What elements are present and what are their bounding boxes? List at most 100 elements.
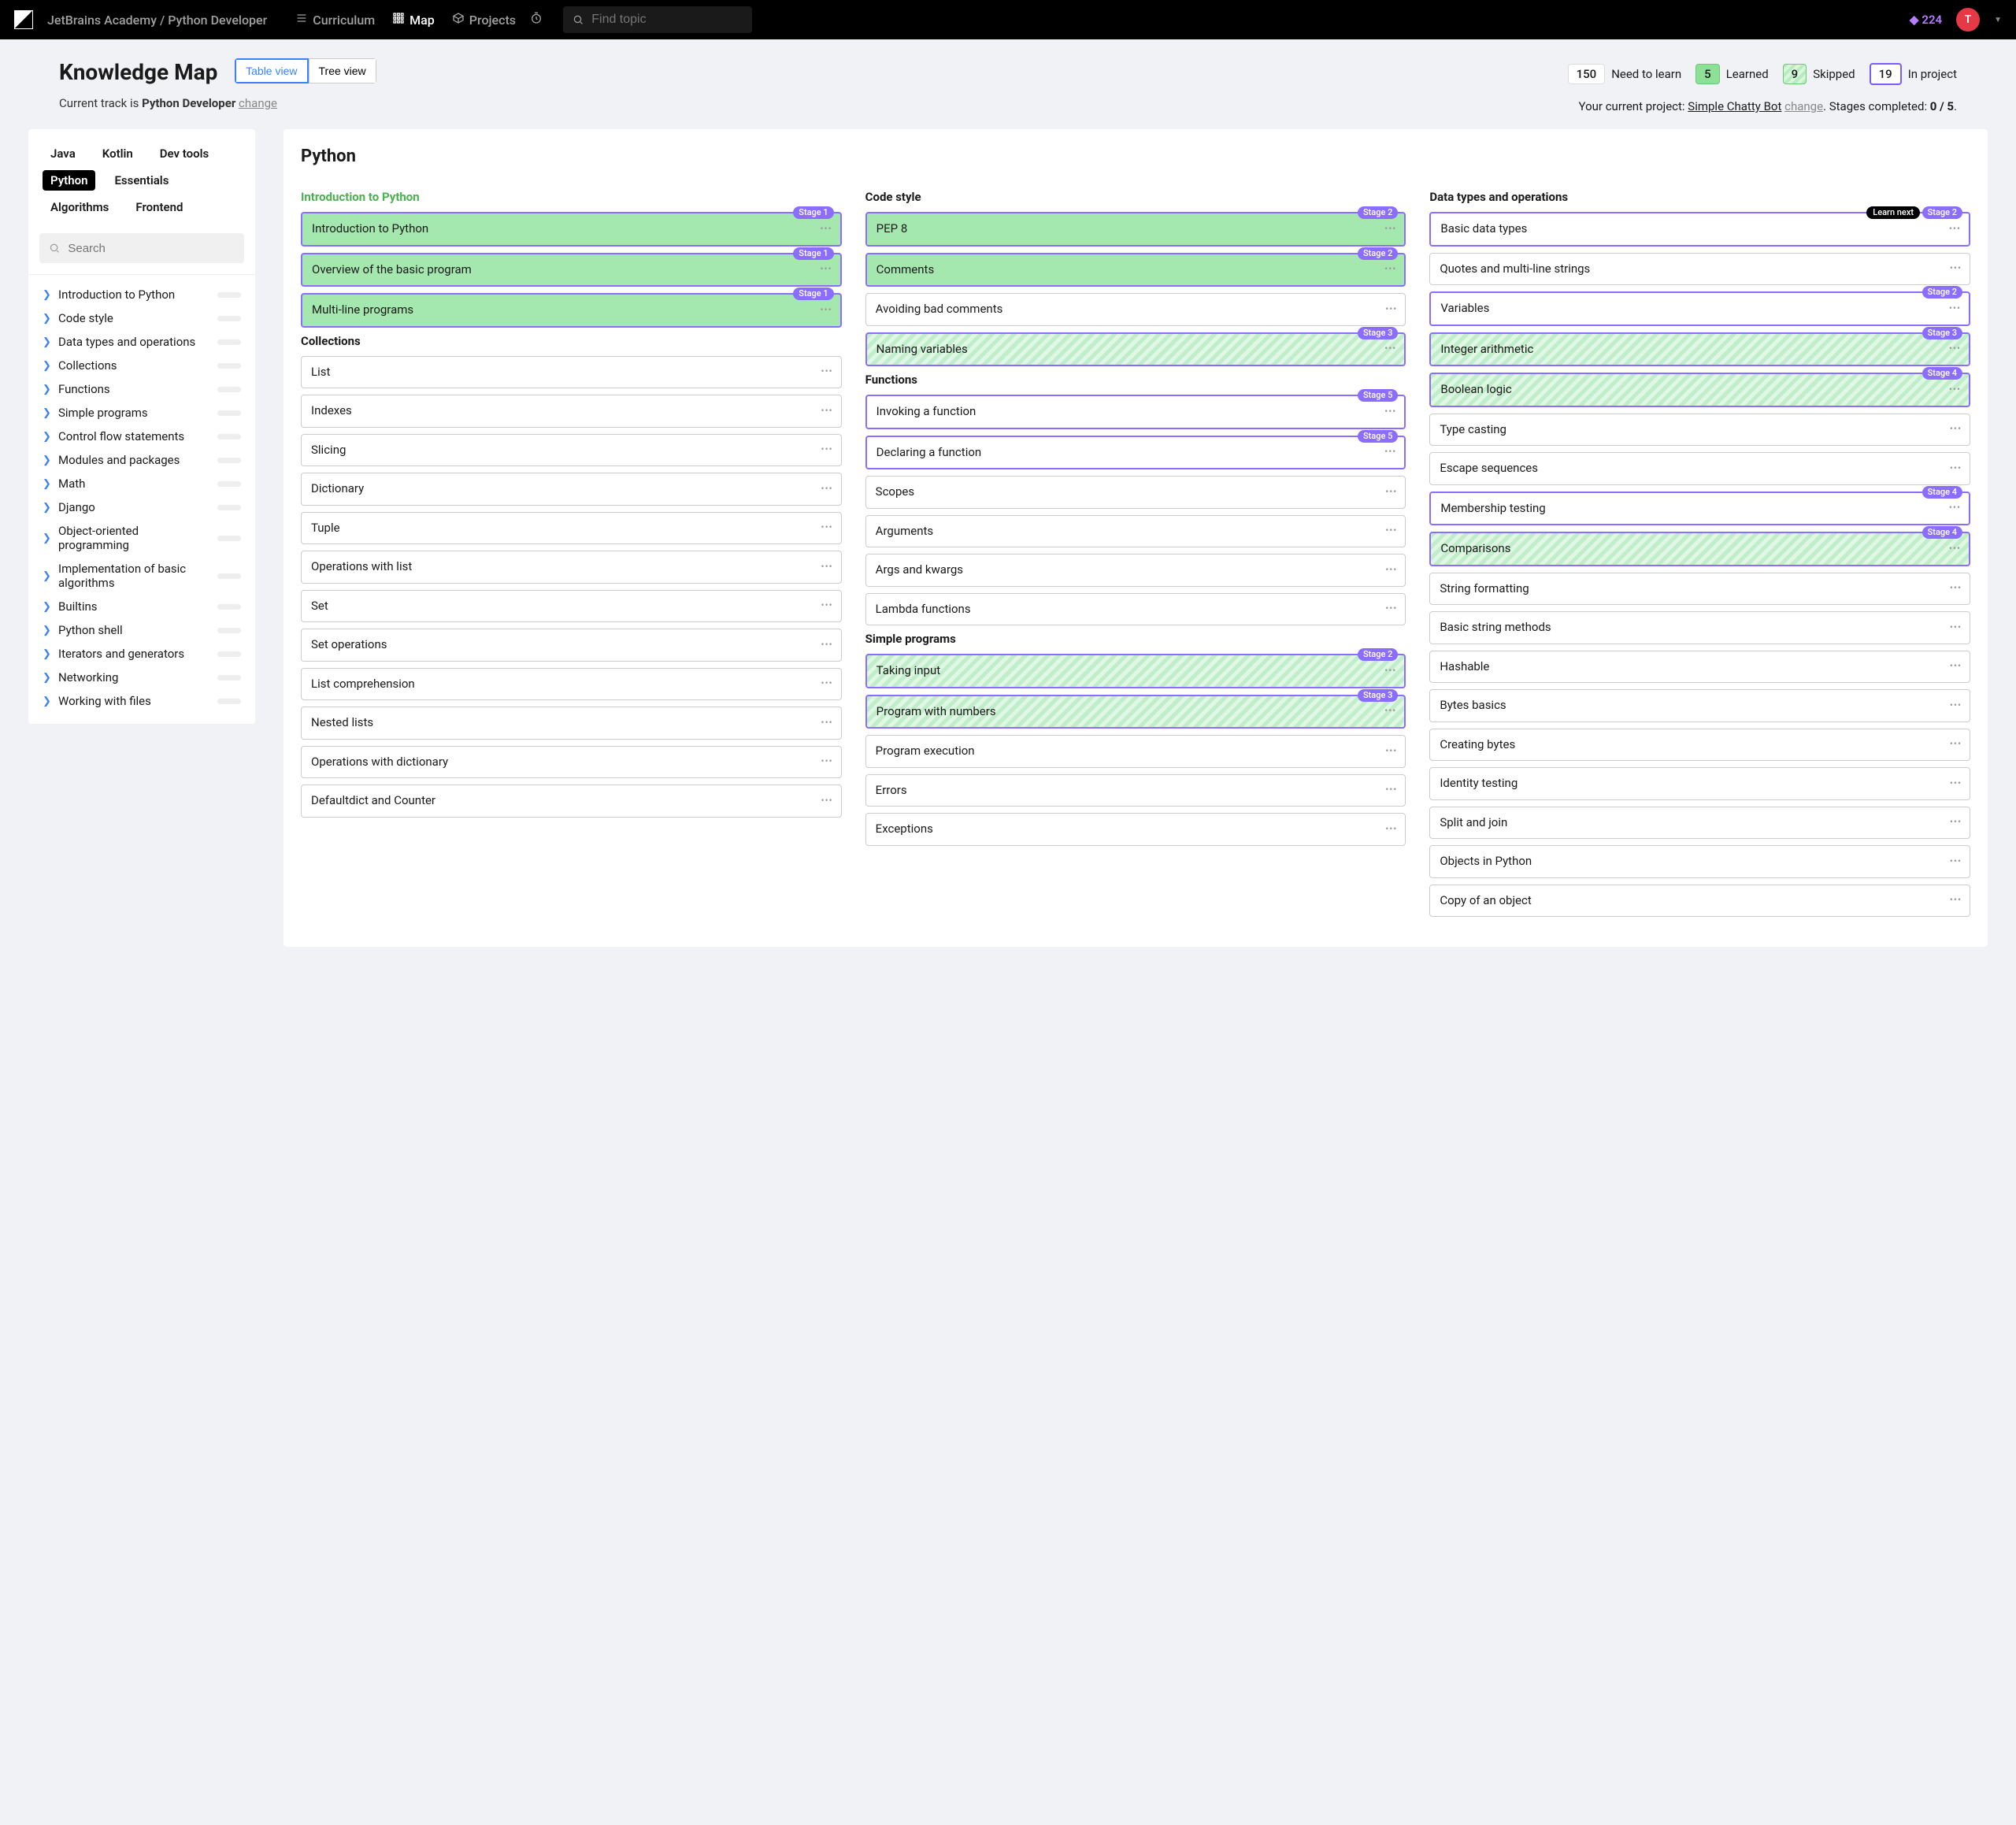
topbar-search[interactable]	[563, 6, 752, 33]
more-icon[interactable]: •••	[821, 599, 833, 612]
sidebar-item[interactable]: ❯Math	[28, 472, 255, 495]
more-icon[interactable]: •••	[821, 677, 833, 690]
topic-card[interactable]: List•••	[301, 356, 842, 389]
topic-card[interactable]: Scopes•••	[865, 476, 1406, 509]
more-icon[interactable]: •••	[1384, 343, 1396, 355]
sidebar-item[interactable]: ❯Object-oriented programming	[28, 519, 255, 557]
tab-kotlin[interactable]: Kotlin	[94, 143, 141, 164]
topic-card[interactable]: Basic string methods•••	[1429, 611, 1970, 644]
topic-card[interactable]: Copy of an object•••	[1429, 885, 1970, 918]
more-icon[interactable]: •••	[1950, 738, 1962, 751]
topic-card[interactable]: Dictionary•••	[301, 473, 842, 506]
topic-card[interactable]: Indexes•••	[301, 395, 842, 428]
sidebar-item[interactable]: ❯Code style	[28, 306, 255, 330]
more-icon[interactable]: •••	[1950, 262, 1962, 275]
more-icon[interactable]: •••	[1949, 223, 1961, 236]
more-icon[interactable]: •••	[821, 443, 833, 456]
topic-card[interactable]: Slicing•••	[301, 434, 842, 467]
more-icon[interactable]: •••	[821, 304, 832, 317]
more-icon[interactable]: •••	[1950, 816, 1962, 829]
more-icon[interactable]: •••	[821, 521, 833, 534]
more-icon[interactable]: •••	[1950, 894, 1962, 907]
sidebar-item[interactable]: ❯Collections	[28, 354, 255, 377]
sidebar-search[interactable]	[39, 233, 244, 263]
topic-card[interactable]: Integer arithmetic•••Stage 3	[1429, 332, 1970, 367]
more-icon[interactable]: •••	[1950, 855, 1962, 868]
more-icon[interactable]: •••	[1949, 343, 1961, 355]
more-icon[interactable]: •••	[1950, 699, 1962, 712]
logo[interactable]	[14, 10, 33, 29]
topic-card[interactable]: Arguments•••	[865, 515, 1406, 548]
more-icon[interactable]: •••	[1384, 446, 1396, 458]
more-icon[interactable]: •••	[1385, 486, 1397, 499]
more-icon[interactable]: •••	[1949, 384, 1961, 396]
topic-card[interactable]: Operations with list•••	[301, 551, 842, 584]
topic-card[interactable]: Comments•••Stage 2	[865, 253, 1406, 287]
more-icon[interactable]: •••	[821, 365, 833, 378]
sidebar-item[interactable]: ❯Modules and packages	[28, 448, 255, 472]
more-icon[interactable]: •••	[821, 561, 833, 573]
topic-card[interactable]: Multi-line programs•••Stage 1	[301, 293, 842, 328]
more-icon[interactable]: •••	[1384, 223, 1396, 236]
topic-card[interactable]: Identity testing•••	[1429, 767, 1970, 800]
more-icon[interactable]: •••	[1950, 462, 1962, 475]
sidebar-item[interactable]: ❯Iterators and generators	[28, 642, 255, 666]
change-track-link[interactable]: change	[239, 96, 277, 110]
view-table-view[interactable]: Table view	[235, 58, 308, 83]
more-icon[interactable]: •••	[1385, 745, 1397, 758]
more-icon[interactable]: •••	[1384, 263, 1396, 276]
tab-java[interactable]: Java	[43, 143, 83, 164]
topic-card[interactable]: String formatting•••	[1429, 573, 1970, 606]
timer-icon[interactable]	[530, 12, 543, 28]
avatar[interactable]: T	[1956, 8, 1980, 32]
more-icon[interactable]: •••	[1385, 303, 1397, 316]
topic-card[interactable]: Taking input•••Stage 2	[865, 654, 1406, 688]
topic-card[interactable]: Hashable•••	[1429, 651, 1970, 684]
more-icon[interactable]: •••	[821, 717, 833, 729]
sidebar-item[interactable]: ❯Python shell	[28, 618, 255, 642]
tab-algorithms[interactable]: Algorithms	[43, 197, 117, 217]
sidebar-item[interactable]: ❯Simple programs	[28, 401, 255, 425]
topic-card[interactable]: Split and join•••	[1429, 807, 1970, 840]
topic-card[interactable]: Program execution•••	[865, 735, 1406, 768]
tab-essentials[interactable]: Essentials	[106, 170, 176, 191]
tab-frontend[interactable]: Frontend	[128, 197, 191, 217]
topic-card[interactable]: Objects in Python•••	[1429, 845, 1970, 878]
topic-card[interactable]: Defaultdict and Counter•••	[301, 785, 842, 818]
topic-card[interactable]: Avoiding bad comments•••	[865, 293, 1406, 326]
sidebar-item[interactable]: ❯Introduction to Python	[28, 283, 255, 306]
more-icon[interactable]: •••	[821, 795, 833, 807]
more-icon[interactable]: •••	[1950, 660, 1962, 673]
sidebar-item[interactable]: ❯Builtins	[28, 595, 255, 618]
topic-card[interactable]: Exceptions•••	[865, 813, 1406, 846]
more-icon[interactable]: •••	[1385, 823, 1397, 836]
topic-card[interactable]: Invoking a function•••Stage 5	[865, 395, 1406, 429]
more-icon[interactable]: •••	[1385, 525, 1397, 537]
more-icon[interactable]: •••	[821, 223, 832, 236]
topic-card[interactable]: Tuple•••	[301, 512, 842, 545]
more-icon[interactable]: •••	[1950, 621, 1962, 634]
topic-card[interactable]: Variables•••Stage 2	[1429, 291, 1970, 326]
topic-card[interactable]: Set•••	[301, 590, 842, 623]
more-icon[interactable]: •••	[1950, 423, 1962, 436]
topic-card[interactable]: Naming variables•••Stage 3	[865, 332, 1406, 367]
topic-card[interactable]: Overview of the basic program•••Stage 1	[301, 253, 842, 287]
topic-card[interactable]: Boolean logic•••Stage 4	[1429, 373, 1970, 407]
sidebar-search-input[interactable]	[68, 242, 235, 255]
topic-card[interactable]: Args and kwargs•••	[865, 554, 1406, 587]
avatar-caret-icon[interactable]: ▼	[1994, 16, 2002, 24]
sidebar-item[interactable]: ❯Data types and operations	[28, 330, 255, 354]
sidebar-item[interactable]: ❯Control flow statements	[28, 425, 255, 448]
sidebar-item[interactable]: ❯Django	[28, 495, 255, 519]
topic-card[interactable]: Nested lists•••	[301, 707, 842, 740]
topbar-search-input[interactable]	[591, 13, 743, 27]
topic-card[interactable]: List comprehension•••	[301, 668, 842, 701]
topic-card[interactable]: Type casting•••	[1429, 414, 1970, 447]
topic-card[interactable]: Introduction to Python•••Stage 1	[301, 212, 842, 247]
nav-map[interactable]: Map	[392, 12, 435, 28]
more-icon[interactable]: •••	[1385, 564, 1397, 577]
nav-projects[interactable]: Projects	[452, 12, 516, 28]
sidebar-item[interactable]: ❯Implementation of basic algorithms	[28, 557, 255, 595]
topic-card[interactable]: Errors•••	[865, 774, 1406, 807]
sidebar-item[interactable]: ❯Working with files	[28, 689, 255, 713]
